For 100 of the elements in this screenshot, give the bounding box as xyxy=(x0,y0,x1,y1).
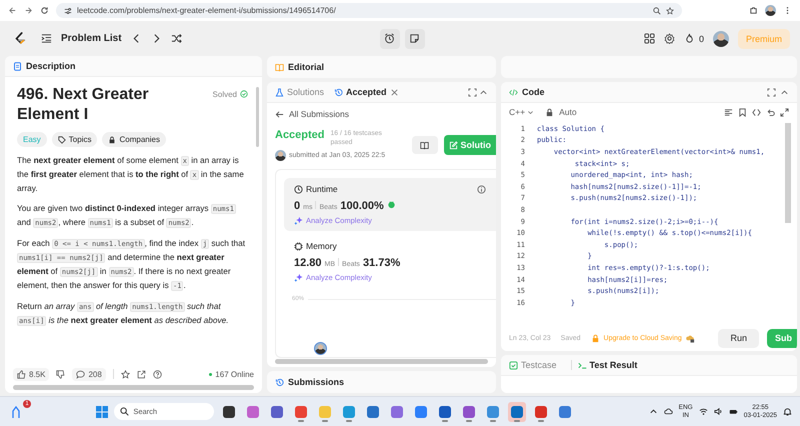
chevron-up-icon[interactable] xyxy=(648,407,658,416)
topics-tag[interactable]: Topics xyxy=(52,132,98,147)
cloud-lock-icon xyxy=(686,334,695,342)
user-avatar xyxy=(314,342,327,355)
reload-icon[interactable] xyxy=(40,6,49,15)
description-tab[interactable]: Description xyxy=(26,61,76,71)
lock-icon xyxy=(545,108,554,116)
metric-label: Memory xyxy=(306,241,337,251)
editorial-tab[interactable]: Editorial xyxy=(288,62,324,72)
forward-icon[interactable] xyxy=(24,6,33,15)
address-bar[interactable]: leetcode.com/problems/next-greater-element-i/submissions/1496514706/ xyxy=(56,3,682,18)
tag-icon xyxy=(58,136,66,144)
close-icon[interactable] xyxy=(390,88,399,96)
fullscreen-icon[interactable] xyxy=(767,88,776,96)
edit-icon xyxy=(448,140,458,150)
thumbs-up-icon xyxy=(17,370,26,378)
star-icon[interactable] xyxy=(120,370,130,378)
problem-list-link[interactable]: Problem List xyxy=(61,33,122,44)
book-icon xyxy=(420,140,429,150)
beats-percent: 31.73% xyxy=(362,257,400,269)
expand-icon[interactable] xyxy=(780,108,789,116)
beats-percent: 100.00% xyxy=(340,200,384,212)
auto-mode[interactable]: Auto xyxy=(559,107,577,117)
clock-icon xyxy=(294,184,303,194)
notes-button[interactable] xyxy=(404,28,424,48)
streak-count: 0 xyxy=(698,34,704,44)
panel-tab[interactable]: Test Result xyxy=(590,360,638,370)
difficulty-tag: Easy xyxy=(17,132,47,147)
profile-avatar[interactable] xyxy=(765,5,776,16)
back-arrow-icon[interactable] xyxy=(275,110,284,118)
logo-icon[interactable] xyxy=(14,32,26,46)
info-icon[interactable] xyxy=(477,184,486,194)
metric-label: Runtime xyxy=(306,184,338,194)
terminal-icon xyxy=(578,360,587,370)
undo-icon[interactable] xyxy=(766,108,775,116)
note-icon xyxy=(409,33,420,44)
checkbox-icon xyxy=(509,360,518,370)
book-icon xyxy=(275,62,284,72)
companies-tag[interactable]: Companies xyxy=(102,132,166,147)
alarm-clock-icon xyxy=(384,33,395,44)
sparkle-icon xyxy=(294,273,303,282)
run-button[interactable]: Run xyxy=(718,328,759,348)
submissions-tab[interactable]: Submissions xyxy=(288,377,344,387)
accepted-status: Accepted xyxy=(275,129,325,141)
code-icon xyxy=(509,88,518,96)
widgets-icon[interactable] xyxy=(10,404,22,418)
problem-title: 496. Next Greater Element I xyxy=(17,85,150,125)
wifi-icon[interactable] xyxy=(698,407,708,416)
scrollbar[interactable] xyxy=(13,385,254,390)
format-icon[interactable] xyxy=(724,108,733,116)
user-avatar[interactable] xyxy=(712,30,729,46)
online-count: 167 Online xyxy=(209,370,254,378)
shuffle-icon[interactable] xyxy=(170,33,182,44)
check-circle-icon xyxy=(240,90,248,98)
grid-icon[interactable] xyxy=(644,33,655,44)
settings-icon[interactable] xyxy=(664,33,675,44)
site-settings-icon[interactable] xyxy=(64,6,72,14)
document-icon xyxy=(13,62,22,70)
comment-icon xyxy=(76,370,86,378)
start-icon[interactable] xyxy=(96,406,108,418)
lock-icon xyxy=(108,136,116,144)
metric-value: 12.80 xyxy=(294,257,322,269)
bell-icon[interactable] xyxy=(783,407,792,416)
list-icon[interactable] xyxy=(41,33,52,44)
battery-icon[interactable] xyxy=(728,407,738,416)
caret-icon xyxy=(527,108,534,116)
extensions-icon[interactable] xyxy=(749,6,758,15)
cloud-icon[interactable] xyxy=(664,407,673,416)
help-icon[interactable] xyxy=(152,370,162,378)
code-tab[interactable]: Code xyxy=(522,87,544,97)
history-icon xyxy=(275,378,284,386)
fullscreen-icon[interactable] xyxy=(468,88,477,96)
scrollbar[interactable] xyxy=(275,359,488,364)
star-icon[interactable] xyxy=(666,6,674,14)
back-icon[interactable] xyxy=(8,6,17,15)
editorial-button[interactable] xyxy=(412,136,438,154)
chip-icon xyxy=(294,242,303,250)
comments-button[interactable]: 208 xyxy=(72,368,106,380)
flask-icon xyxy=(275,88,284,96)
zoom-icon[interactable] xyxy=(653,6,661,14)
solved-status: Solved xyxy=(212,90,237,99)
sparkle-icon xyxy=(294,216,303,225)
app-icon[interactable] xyxy=(508,402,526,422)
dislike-icon[interactable] xyxy=(56,370,66,378)
share-icon[interactable] xyxy=(136,370,146,378)
language-dropdown[interactable]: C++ xyxy=(509,107,534,117)
scrollbar[interactable] xyxy=(785,123,791,223)
panel-tab[interactable]: Accepted xyxy=(346,87,387,97)
braces-icon[interactable] xyxy=(752,108,761,116)
timer-button[interactable] xyxy=(380,28,400,48)
history-icon xyxy=(334,88,344,96)
scrollbar[interactable] xyxy=(256,87,259,147)
lock-icon xyxy=(590,334,600,342)
bookmark-icon[interactable] xyxy=(738,108,747,116)
all-submissions-link[interactable]: All Submissions xyxy=(289,109,349,119)
volume-icon[interactable] xyxy=(714,407,723,416)
metric-value: 0 xyxy=(294,200,300,212)
search-icon xyxy=(120,407,130,416)
flame-icon[interactable] xyxy=(684,33,695,44)
like-button[interactable]: 8.5K xyxy=(13,368,50,380)
